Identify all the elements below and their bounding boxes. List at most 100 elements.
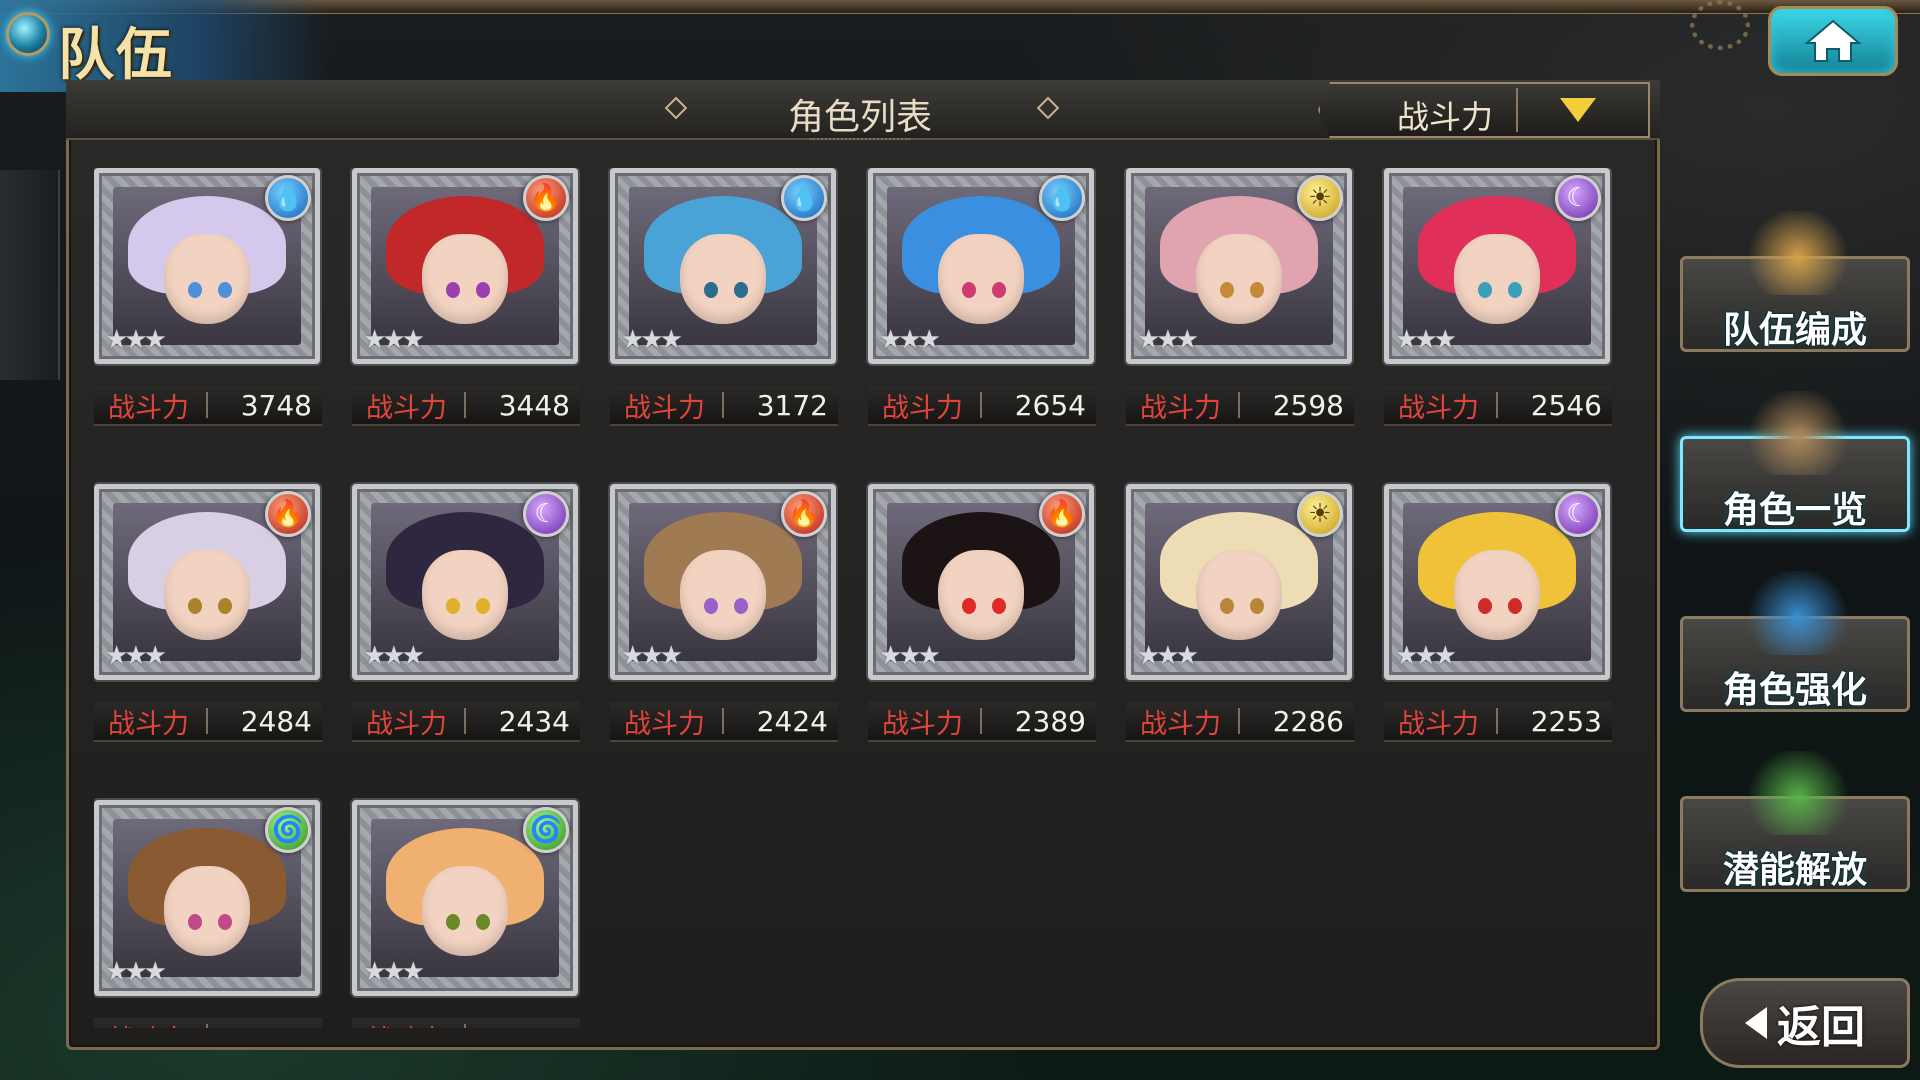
character-portrait: ★★★ 🔥 bbox=[94, 484, 320, 680]
side-menu-button[interactable]: 潜能解放 bbox=[1680, 751, 1910, 892]
character-eye bbox=[704, 281, 719, 298]
power-label: 战斗力 bbox=[352, 1018, 464, 1029]
character-face bbox=[422, 865, 508, 956]
light-element-icon: ☀ bbox=[1297, 491, 1343, 537]
fire-element-icon: 🔥 bbox=[265, 491, 311, 537]
character-face bbox=[422, 233, 508, 324]
character-enhance-icon bbox=[1743, 571, 1853, 655]
side-menu-label: 潜能解放 bbox=[1722, 850, 1867, 891]
character-eye bbox=[218, 597, 233, 614]
star-rating: ★★★ bbox=[621, 325, 683, 355]
character-eye bbox=[476, 281, 491, 298]
character-card[interactable]: ★★★ 💧 战斗力 3748 bbox=[94, 168, 322, 428]
character-eye bbox=[188, 913, 203, 930]
sort-dropdown[interactable]: 战斗力 bbox=[1318, 82, 1650, 138]
power-value: 2424 bbox=[756, 704, 828, 738]
home-button[interactable] bbox=[1768, 6, 1898, 76]
character-eye bbox=[218, 913, 233, 930]
character-eye bbox=[446, 281, 461, 298]
character-card[interactable]: ★★★ 💧 战斗力 3172 bbox=[610, 168, 838, 428]
side-menu-button[interactable]: 角色强化 bbox=[1680, 571, 1910, 712]
character-eye bbox=[1478, 281, 1493, 298]
character-card[interactable]: ★★★ ☀ 战斗力 2286 bbox=[1126, 484, 1354, 744]
power-label: 战斗力 bbox=[94, 1018, 206, 1029]
character-card[interactable]: ★★★ 🌀 战斗力 bbox=[94, 800, 322, 1028]
character-eye bbox=[1508, 281, 1523, 298]
character-face bbox=[1196, 549, 1282, 640]
background-pillar bbox=[0, 170, 60, 380]
power-value: 2484 bbox=[240, 704, 312, 738]
star-rating: ★★★ bbox=[363, 325, 425, 355]
character-eye bbox=[1250, 597, 1265, 614]
character-card[interactable]: ★★★ 💧 战斗力 2654 bbox=[868, 168, 1096, 428]
power-label: 战斗力 bbox=[624, 708, 705, 740]
character-portrait: ★★★ 💧 bbox=[610, 168, 836, 364]
character-card[interactable]: ★★★ ☾ 战斗力 2546 bbox=[1384, 168, 1612, 428]
power-bar: 战斗力 bbox=[94, 1018, 322, 1028]
character-eye bbox=[218, 281, 233, 298]
fire-element-icon: 🔥 bbox=[1039, 491, 1085, 537]
water-element-icon: 💧 bbox=[1039, 175, 1085, 221]
wind-element-icon: 🌀 bbox=[265, 807, 311, 853]
character-card[interactable]: ★★★ 🔥 战斗力 3448 bbox=[352, 168, 580, 428]
power-bar: 战斗力 2484 bbox=[94, 702, 322, 742]
character-eye bbox=[476, 913, 491, 930]
power-value: 3448 bbox=[498, 388, 570, 422]
character-eye bbox=[734, 281, 749, 298]
character-portrait: ★★★ ☾ bbox=[352, 484, 578, 680]
side-menu-label: 角色强化 bbox=[1722, 670, 1867, 711]
side-menu-button[interactable]: 角色一览 bbox=[1680, 391, 1910, 532]
character-eye bbox=[734, 597, 749, 614]
character-face bbox=[164, 865, 250, 956]
character-face bbox=[680, 233, 766, 324]
character-card[interactable]: ★★★ 🔥 战斗力 2389 bbox=[868, 484, 1096, 744]
power-value: 3748 bbox=[240, 388, 312, 422]
dark-element-icon: ☾ bbox=[1555, 491, 1601, 537]
character-eye bbox=[188, 281, 203, 298]
power-bar: 战斗力 3448 bbox=[352, 386, 580, 426]
character-card[interactable]: ★★★ 🔥 战斗力 2424 bbox=[610, 484, 838, 744]
home-icon bbox=[1804, 19, 1862, 62]
back-button[interactable]: 返回 bbox=[1700, 978, 1910, 1068]
character-portrait: ★★★ ☀ bbox=[1126, 484, 1352, 680]
power-value: 2389 bbox=[1014, 704, 1086, 738]
power-label: 战斗力 bbox=[366, 708, 447, 740]
power-bar: 战斗力 2286 bbox=[1126, 702, 1354, 742]
character-eye bbox=[446, 597, 461, 614]
water-element-icon: 💧 bbox=[265, 175, 311, 221]
star-rating: ★★★ bbox=[105, 325, 167, 355]
power-label: 战斗力 bbox=[1140, 708, 1221, 740]
character-card[interactable]: ★★★ ☾ 战斗力 2434 bbox=[352, 484, 580, 744]
power-label: 战斗力 bbox=[108, 708, 189, 740]
character-face bbox=[938, 549, 1024, 640]
character-portrait: ★★★ 🔥 bbox=[610, 484, 836, 680]
character-card[interactable]: ★★★ 🌀 战斗力 bbox=[352, 800, 580, 1028]
star-rating: ★★★ bbox=[1137, 325, 1199, 355]
star-rating: ★★★ bbox=[879, 325, 941, 355]
power-value: 2286 bbox=[1272, 704, 1344, 738]
character-eye bbox=[188, 597, 203, 614]
power-bar: 战斗力 3172 bbox=[610, 386, 838, 426]
character-eye bbox=[1250, 281, 1265, 298]
star-rating: ★★★ bbox=[1395, 641, 1457, 671]
character-eye bbox=[992, 281, 1007, 298]
character-grid: ★★★ 💧 战斗力 3748 ★★★ 🔥 战斗力 3448 ★★★ 💧 战斗力 3172 ★★★ 💧 战斗力… bbox=[94, 168, 1624, 1028]
character-card[interactable]: ★★★ ☀ 战斗力 2598 bbox=[1126, 168, 1354, 428]
back-label: 返回 bbox=[1777, 1002, 1865, 1053]
back-arrow-icon bbox=[1745, 1007, 1767, 1039]
character-card[interactable]: ★★★ ☾ 战斗力 2253 bbox=[1384, 484, 1612, 744]
sort-selected-value: 战斗力 bbox=[1396, 98, 1493, 136]
side-menu-button[interactable]: 队伍编成 bbox=[1680, 211, 1910, 352]
character-portrait: ★★★ 💧 bbox=[868, 168, 1094, 364]
power-bar: 战斗力 3748 bbox=[94, 386, 322, 426]
character-face bbox=[164, 549, 250, 640]
gear-decoration-icon bbox=[1690, 0, 1750, 50]
star-rating: ★★★ bbox=[363, 641, 425, 671]
character-eye bbox=[476, 597, 491, 614]
character-card[interactable]: ★★★ 🔥 战斗力 2484 bbox=[94, 484, 322, 744]
side-menu-label: 角色一览 bbox=[1722, 490, 1867, 531]
power-value: 2546 bbox=[1530, 388, 1602, 422]
power-label: 战斗力 bbox=[882, 392, 963, 424]
star-rating: ★★★ bbox=[105, 957, 167, 987]
power-value: 2654 bbox=[1014, 388, 1086, 422]
